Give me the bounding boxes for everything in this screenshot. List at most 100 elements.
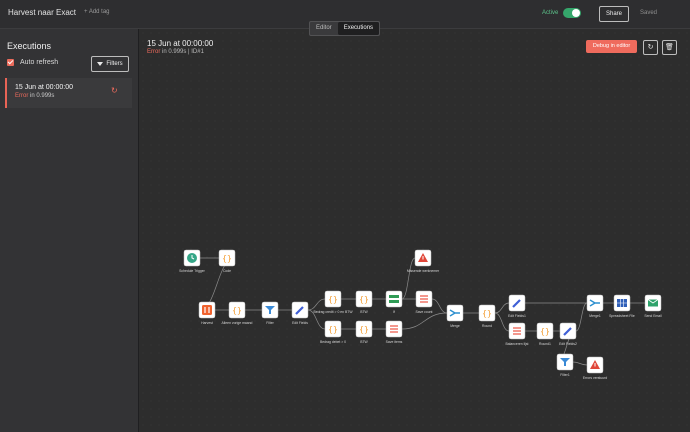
svg-text:{}: {} <box>232 306 242 315</box>
braces-icon: {} <box>482 309 492 318</box>
add-tag-link[interactable]: + Add tag <box>84 9 110 15</box>
retry-icon[interactable]: ↻ <box>111 86 118 95</box>
connection-line <box>307 298 326 311</box>
harvest-icon <box>202 305 212 315</box>
filters-button[interactable]: Filters <box>91 56 129 72</box>
clock-icon <box>187 253 197 263</box>
node-label: Harvest <box>201 321 213 325</box>
tab-editor[interactable]: Editor <box>310 22 338 35</box>
node-label: Bedrag debet > 0 <box>320 340 346 344</box>
execution-item-error: Error <box>15 93 29 99</box>
node-label: Send Email <box>644 314 662 318</box>
svg-text:{}: {} <box>359 295 369 304</box>
svg-text:{}: {} <box>482 309 492 318</box>
braces-icon: {} <box>359 325 369 334</box>
workflow-node[interactable]: Errors verstuurd <box>583 356 607 380</box>
workflow-node[interactable]: {} Round1 <box>536 322 554 346</box>
workflow-node[interactable]: {} Bedrag credit > 0 en BTW <box>313 290 353 314</box>
node-label: Errors verstuurd <box>583 376 607 380</box>
execution-item-status: Error in 0.999s <box>15 93 54 99</box>
list-icon <box>390 325 398 333</box>
braces-icon: {} <box>540 327 550 336</box>
svg-text:{}: {} <box>540 327 550 336</box>
node-label: Round1 <box>539 342 551 346</box>
node-label: Code <box>223 269 231 273</box>
node-label: Filter <box>266 321 274 325</box>
workflow-canvas[interactable]: 15 Jun at 00:00:00 Error in 0.999s | ID#… <box>139 29 690 432</box>
workflow-node[interactable]: Schedule Trigger <box>179 249 206 273</box>
node-label: Round <box>482 324 492 328</box>
workflow-node[interactable]: Merge <box>446 304 464 328</box>
workflow-node[interactable]: Balanceren lijst <box>506 322 529 346</box>
workflow-node[interactable]: Send Email <box>644 294 662 318</box>
table-icon <box>617 299 627 307</box>
workflow-node[interactable]: {} Code <box>218 249 236 273</box>
workflow-node[interactable]: {} BTW <box>355 290 373 314</box>
workflow-node[interactable]: Filter1 <box>556 353 574 377</box>
connection-line <box>431 298 448 314</box>
node-label: BTW <box>360 310 368 314</box>
node-box[interactable] <box>385 290 403 308</box>
workflow-node[interactable]: {} Round <box>478 304 496 328</box>
workflow-node[interactable]: Harvest <box>198 301 216 325</box>
workflow-node[interactable]: Spreadsheet File <box>609 294 635 318</box>
workflow-node[interactable]: {} BTW <box>355 320 373 344</box>
connection-line <box>401 312 448 330</box>
node-label: Spreadsheet File <box>609 314 635 318</box>
workflow-node[interactable]: {} Alleen vorige maand <box>222 301 253 325</box>
email-icon <box>647 299 659 307</box>
braces-icon: {} <box>328 295 338 304</box>
workflow-node[interactable]: {} Bedrag debet > 0 <box>320 320 346 344</box>
workflow-node[interactable]: Edit Fields <box>291 301 309 325</box>
braces-icon: {} <box>359 295 369 304</box>
workflow-graph: Schedule Trigger {} Code Harvest {} Alleen vo… <box>179 249 662 380</box>
workflow-nodes: Schedule Trigger {} Code Harvest {} Alleen vo… <box>179 249 662 380</box>
active-label: Active <box>542 10 559 16</box>
workflow-node[interactable]: Save items <box>386 320 403 344</box>
node-label: Bedrag credit > 0 en BTW <box>313 310 353 314</box>
connection-line <box>572 361 588 366</box>
workflow-node[interactable]: Edit Fields1 <box>508 294 526 318</box>
workflow-node[interactable]: If <box>385 290 403 314</box>
svg-text:{}: {} <box>359 325 369 334</box>
workflow-title[interactable]: Harvest naar Exact <box>8 8 76 17</box>
node-label: Merge1 <box>589 314 601 318</box>
executions-heading: Executions <box>7 41 52 51</box>
node-label: Edit Fields <box>292 321 308 325</box>
execution-item-title: 15 Jun at 00:00:00 <box>15 84 73 91</box>
share-button[interactable]: Share <box>599 6 629 22</box>
connection-line <box>575 302 588 332</box>
workflow-node[interactable]: Save count <box>416 290 433 314</box>
svg-text:{}: {} <box>328 295 338 304</box>
node-label: Alleen vorige maand <box>222 321 253 325</box>
toggle-knob <box>572 9 580 17</box>
execution-item-duration: in 0.999s <box>28 93 55 99</box>
list-icon <box>513 327 521 335</box>
workflow-node[interactable]: Filter <box>261 301 279 325</box>
auto-refresh-row[interactable]: Auto refresh <box>7 59 58 66</box>
connection-line <box>494 302 510 314</box>
execution-list-item[interactable]: 15 Jun at 00:00:00 Error in 0.999s ↻ <box>5 78 132 108</box>
node-label: Edit Fields2 <box>559 342 577 346</box>
filters-label: Filters <box>106 61 123 67</box>
workflow-node[interactable]: Merge1 <box>586 294 604 318</box>
connection-line <box>494 312 510 332</box>
braces-icon: {} <box>328 325 338 334</box>
node-label: Missende werknemer <box>407 269 440 273</box>
list-icon <box>420 295 428 303</box>
node-label: Edit Fields1 <box>508 314 526 318</box>
node-label: Merge <box>450 324 460 328</box>
filter-icon <box>97 62 104 66</box>
node-label: BTW <box>360 340 368 344</box>
node-label: Schedule Trigger <box>179 269 206 273</box>
node-label: Balanceren lijst <box>506 342 529 346</box>
saved-status: Saved <box>640 10 658 16</box>
node-label: If <box>393 310 395 314</box>
auto-refresh-label: Auto refresh <box>20 59 59 66</box>
auto-refresh-checkbox[interactable] <box>7 59 14 66</box>
tab-executions[interactable]: Executions <box>337 22 380 35</box>
node-label: Save count <box>416 310 433 314</box>
workflow-node[interactable]: Edit Fields2 <box>559 322 577 346</box>
active-toggle[interactable] <box>563 8 581 18</box>
braces-icon: {} <box>232 306 242 315</box>
